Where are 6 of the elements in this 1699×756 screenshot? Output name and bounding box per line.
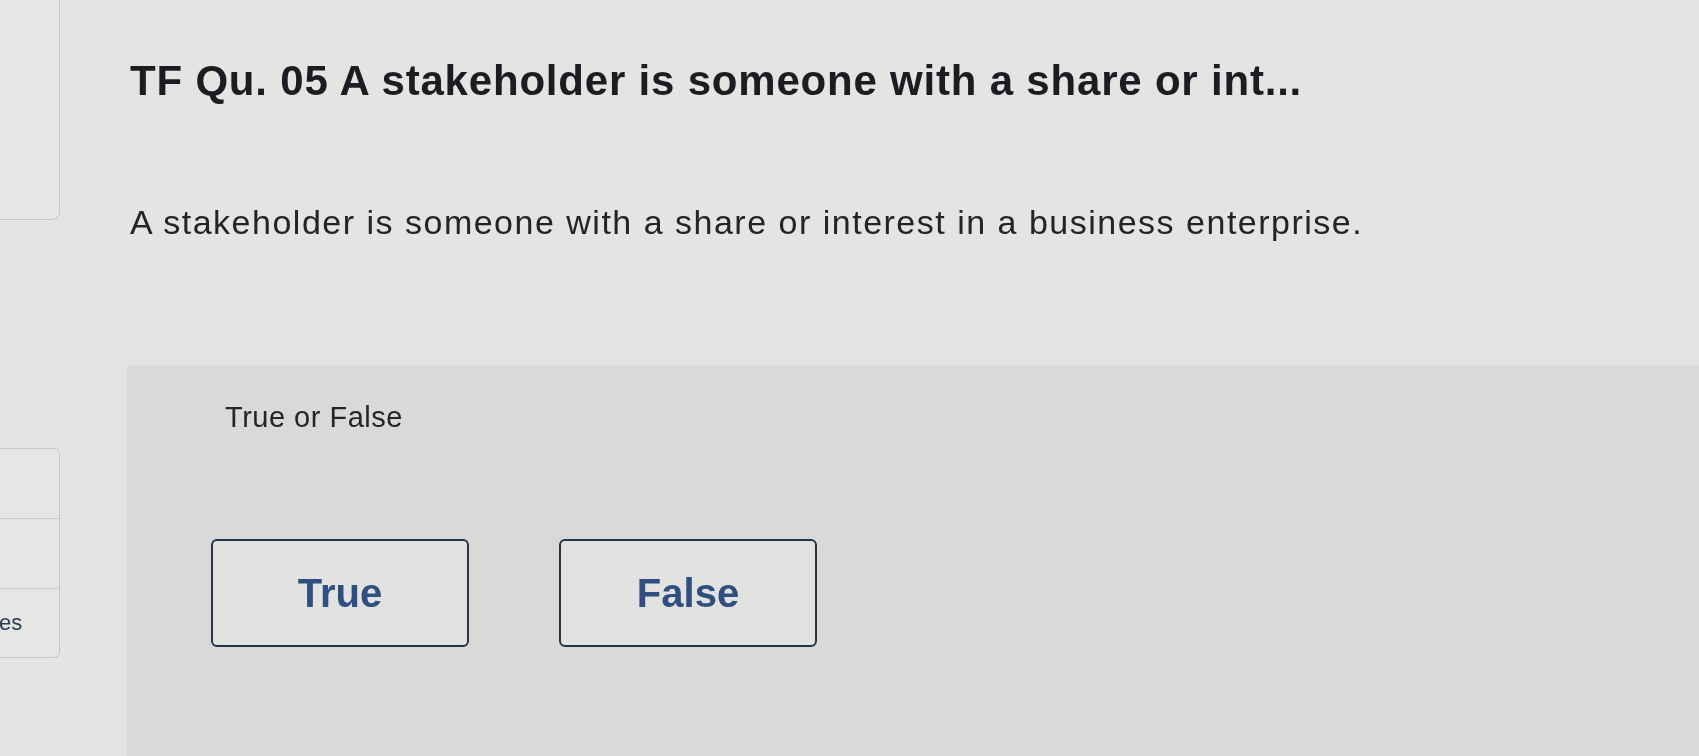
question-text: A stakeholder is someone with a share or interest in a business enterprise.: [130, 201, 1364, 243]
answer-option[interactable]: False: [559, 539, 817, 647]
question-title: TF Qu. 05 A stakeholder is someone with a share or int...: [130, 56, 1303, 106]
answer-prompt: True or False: [225, 399, 403, 435]
answer-option[interactable]: True: [211, 539, 469, 647]
sidebar-item-label[interactable]: es: [0, 612, 23, 634]
